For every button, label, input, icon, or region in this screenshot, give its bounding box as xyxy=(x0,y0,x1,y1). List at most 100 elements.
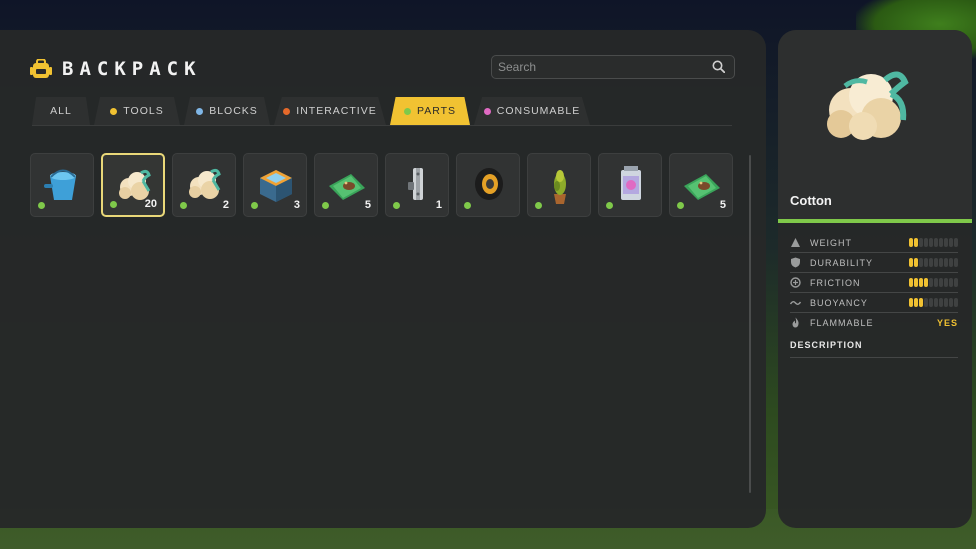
cotton-icon xyxy=(189,168,221,199)
rating-pip-filled xyxy=(919,298,923,307)
generator-box-icon xyxy=(260,170,292,202)
stat-label: FRICTION xyxy=(810,277,861,288)
tab-all[interactable]: ALL xyxy=(32,97,90,125)
rating-pip-filled xyxy=(909,238,913,247)
rating-pip-empty xyxy=(924,258,928,267)
status-dot xyxy=(38,202,45,209)
consumable-dot-icon xyxy=(483,107,491,115)
tab-interactive[interactable]: INTERACTIVE xyxy=(274,97,386,125)
blocks-dot-icon xyxy=(196,107,204,115)
stat-label: BUOYANCY xyxy=(810,297,868,308)
item-quantity: 1 xyxy=(435,199,442,211)
inventory-slot[interactable] xyxy=(527,153,591,217)
tab-tools[interactable]: TOOLS xyxy=(94,97,180,125)
water-bucket-icon xyxy=(44,169,76,200)
stat-rating xyxy=(909,258,958,267)
inventory-slot[interactable]: 1 xyxy=(385,153,449,217)
tab-blocks[interactable]: BLOCKS xyxy=(184,97,270,125)
inventory-slot[interactable]: 2 xyxy=(172,153,236,217)
tab-label: TOOLS xyxy=(123,105,164,117)
rating-pip-filled xyxy=(909,278,913,287)
description-divider xyxy=(790,357,958,358)
status-dot xyxy=(251,202,258,209)
rating-pip-empty xyxy=(944,298,948,307)
wheel-icon xyxy=(475,168,503,200)
stat-label: WEIGHT xyxy=(810,237,852,248)
stat-durability: DURABILITY xyxy=(790,253,958,273)
inventory-slot[interactable]: 5 xyxy=(314,153,378,217)
shield-icon xyxy=(791,257,800,268)
item-stats: WEIGHT DURABILITY FRICTION BUOYANCY FLAM… xyxy=(790,233,958,332)
search-input[interactable] xyxy=(498,58,698,76)
rating-pip-empty xyxy=(919,258,923,267)
inventory-slot-selected[interactable]: 20 xyxy=(101,153,165,217)
rating-pip-empty xyxy=(929,258,933,267)
rating-pip-empty xyxy=(929,278,933,287)
rating-pip-empty xyxy=(934,238,938,247)
rating-pip-empty xyxy=(929,298,933,307)
rating-pip-empty xyxy=(954,298,958,307)
rating-pip-empty xyxy=(919,238,923,247)
rating-pip-empty xyxy=(949,278,953,287)
item-name: Cotton xyxy=(790,193,832,208)
scrollbar[interactable] xyxy=(749,155,751,493)
stat-rating xyxy=(909,238,958,247)
item-quantity: 3 xyxy=(293,199,300,211)
stat-rating xyxy=(909,298,958,307)
rating-pip-empty xyxy=(949,258,953,267)
seed-packet-icon xyxy=(684,174,720,200)
rating-pip-empty xyxy=(934,258,938,267)
inventory-slot[interactable] xyxy=(456,153,520,217)
search-icon[interactable] xyxy=(712,60,725,73)
inventory-slot[interactable] xyxy=(30,153,94,217)
tab-label: CONSUMABLE xyxy=(496,105,581,117)
stat-flammable: FLAMMABLE YES xyxy=(790,313,958,332)
rating-pip-empty xyxy=(949,238,953,247)
item-quantity: 5 xyxy=(364,199,371,211)
stat-buoyancy: BUOYANCY xyxy=(790,293,958,313)
backpack-icon xyxy=(30,59,52,78)
rating-pip-empty xyxy=(954,278,958,287)
description-heading: DESCRIPTION xyxy=(790,340,863,350)
item-accent-bar xyxy=(778,219,972,223)
rating-pip-empty xyxy=(929,238,933,247)
stat-rating xyxy=(909,278,958,287)
wave-icon xyxy=(790,301,801,305)
inventory-slot[interactable]: 5 xyxy=(669,153,733,217)
inventory-slot[interactable] xyxy=(598,153,662,217)
item-preview: Cotton xyxy=(778,30,972,219)
stat-label: FLAMMABLE xyxy=(810,317,874,328)
item-quantity: 20 xyxy=(144,198,157,210)
rating-pip-empty xyxy=(954,258,958,267)
friction-icon xyxy=(790,277,801,288)
rating-pip-filled xyxy=(914,278,918,287)
tab-parts[interactable]: PARTS xyxy=(390,97,470,125)
rating-pip-empty xyxy=(924,298,928,307)
cotton-icon xyxy=(827,71,909,140)
rating-pip-filled xyxy=(924,278,928,287)
rating-pip-empty xyxy=(949,298,953,307)
interactive-dot-icon xyxy=(283,107,291,115)
rating-pip-empty xyxy=(924,238,928,247)
rating-pip-empty xyxy=(939,298,943,307)
rating-pip-empty xyxy=(939,258,943,267)
status-dot xyxy=(393,202,400,209)
item-quantity: 5 xyxy=(719,199,726,211)
status-dot xyxy=(110,201,117,208)
status-dot xyxy=(535,202,542,209)
rating-pip-empty xyxy=(944,278,948,287)
page-title: BACKPACK xyxy=(62,58,202,80)
status-dot xyxy=(322,202,329,209)
rating-pip-filled xyxy=(909,258,913,267)
tab-label: BLOCKS xyxy=(209,105,258,117)
potted-plant-icon xyxy=(554,170,566,204)
rating-pip-empty xyxy=(954,238,958,247)
rating-pip-empty xyxy=(934,278,938,287)
stat-label: DURABILITY xyxy=(810,257,874,268)
status-dot xyxy=(677,202,684,209)
seed-packet-icon xyxy=(329,174,365,200)
search-box xyxy=(491,55,735,79)
inventory-slot[interactable]: 3 xyxy=(243,153,307,217)
tab-consumable[interactable]: CONSUMABLE xyxy=(474,97,590,125)
item-quantity: 2 xyxy=(222,199,229,211)
